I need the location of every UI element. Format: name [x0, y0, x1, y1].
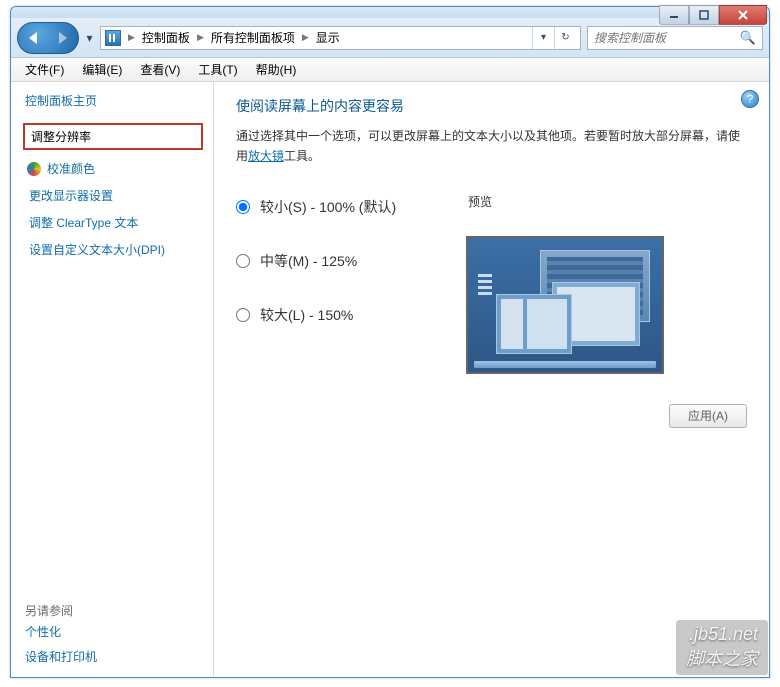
- sidebar-home-link[interactable]: 控制面板主页: [25, 92, 201, 109]
- page-title: 使阅读屏幕上的内容更容易: [236, 96, 747, 116]
- shield-icon: [27, 162, 41, 176]
- help-button[interactable]: ?: [741, 90, 759, 108]
- maximize-icon: [699, 10, 709, 20]
- close-button[interactable]: [719, 5, 767, 25]
- menu-tools[interactable]: 工具(T): [190, 58, 245, 81]
- menu-help[interactable]: 帮助(H): [248, 58, 305, 81]
- sidebar-item-resolution[interactable]: 调整分辨率: [23, 123, 203, 150]
- minimize-icon: [669, 10, 679, 20]
- titlebar: [11, 7, 769, 18]
- address-dropdown[interactable]: ▾: [532, 27, 554, 49]
- breadcrumb-item[interactable]: 所有控制面板项: [211, 29, 295, 46]
- minimize-button[interactable]: [659, 5, 689, 25]
- main-pane: ? 使阅读屏幕上的内容更容易 通过选择其中一个选项，可以更改屏幕上的文本大小以及…: [214, 82, 769, 677]
- option-medium-radio[interactable]: [236, 254, 250, 268]
- preview-column: 预览: [466, 193, 747, 374]
- menu-file[interactable]: 文件(F): [17, 58, 72, 81]
- option-small[interactable]: 较小(S) - 100% (默认): [236, 197, 466, 217]
- watermark: .jb51.net 脚本之家: [676, 620, 768, 675]
- apply-button[interactable]: 应用(A): [669, 404, 747, 428]
- option-medium[interactable]: 中等(M) - 125%: [236, 251, 466, 271]
- preview-window-icon: [496, 294, 572, 354]
- sidebar: 控制面板主页 调整分辨率 校准颜色 更改显示器设置 调整 ClearType 文…: [11, 82, 214, 677]
- forward-button[interactable]: [59, 32, 67, 44]
- menu-bar: 文件(F) 编辑(E) 查看(V) 工具(T) 帮助(H): [11, 58, 769, 82]
- refresh-button[interactable]: ↻: [554, 27, 576, 49]
- refresh-icon: ↻: [561, 32, 569, 43]
- search-box[interactable]: 🔍: [587, 26, 763, 50]
- nav-history-dropdown[interactable]: ▾: [85, 26, 94, 50]
- page-description: 通过选择其中一个选项，可以更改屏幕上的文本大小以及其他项。若要暂时放大部分屏幕，…: [236, 126, 747, 167]
- apply-row: 应用(A): [236, 404, 747, 428]
- nav-row: ▾ ▶ 控制面板 ▶ 所有控制面板项 ▶ 显示 ▾ ↻ 🔍: [11, 18, 769, 58]
- see-also-personalization[interactable]: 个性化: [25, 619, 201, 644]
- sidebar-item-label: 校准颜色: [47, 160, 95, 177]
- search-input[interactable]: [594, 31, 736, 45]
- body: 控制面板主页 调整分辨率 校准颜色 更改显示器设置 调整 ClearType 文…: [11, 82, 769, 677]
- see-also-devices-printers[interactable]: 设备和打印机: [25, 644, 201, 669]
- control-panel-icon: [105, 30, 121, 46]
- preview-taskbar-icon: [474, 361, 656, 368]
- sidebar-item-calibrate[interactable]: 校准颜色: [25, 156, 201, 183]
- breadcrumb-sep: ▶: [125, 32, 138, 43]
- back-button[interactable]: [29, 32, 37, 44]
- option-large-radio[interactable]: [236, 308, 250, 322]
- window: ▾ ▶ 控制面板 ▶ 所有控制面板项 ▶ 显示 ▾ ↻ 🔍 文件(F) 编辑(E…: [10, 6, 770, 678]
- sidebar-item-label: 调整分辨率: [31, 130, 91, 144]
- size-options: 较小(S) - 100% (默认) 中等(M) - 125% 较大(L) - 1…: [236, 193, 466, 374]
- see-also-label: 另请参阅: [25, 602, 201, 619]
- breadcrumb-item[interactable]: 控制面板: [142, 29, 190, 46]
- preview-label: 预览: [466, 193, 747, 210]
- preview-image: [466, 236, 664, 374]
- magnifier-link[interactable]: 放大镜: [248, 149, 284, 163]
- see-also: 另请参阅 个性化 设备和打印机: [25, 588, 201, 669]
- menu-view[interactable]: 查看(V): [132, 58, 188, 81]
- maximize-button[interactable]: [689, 5, 719, 25]
- close-icon: [737, 9, 749, 21]
- nav-back-forward: [17, 22, 79, 54]
- window-controls: [659, 5, 767, 25]
- help-icon: ?: [747, 92, 754, 106]
- sidebar-item-change-display[interactable]: 更改显示器设置: [25, 183, 201, 210]
- options-row: 较小(S) - 100% (默认) 中等(M) - 125% 较大(L) - 1…: [236, 193, 747, 374]
- option-label: 较大(L) - 150%: [260, 305, 353, 325]
- search-icon: 🔍: [740, 30, 756, 46]
- option-small-radio[interactable]: [236, 200, 250, 214]
- menu-edit[interactable]: 编辑(E): [74, 58, 130, 81]
- preview-list-icon: [478, 274, 492, 298]
- option-label: 中等(M) - 125%: [260, 251, 357, 271]
- sidebar-item-cleartype[interactable]: 调整 ClearType 文本: [25, 210, 201, 237]
- breadcrumb-item[interactable]: 显示: [316, 29, 340, 46]
- sidebar-item-custom-dpi[interactable]: 设置自定义文本大小(DPI): [25, 237, 201, 264]
- option-large[interactable]: 较大(L) - 150%: [236, 305, 466, 325]
- address-bar[interactable]: ▶ 控制面板 ▶ 所有控制面板项 ▶ 显示 ▾ ↻: [100, 26, 581, 50]
- option-label: 较小(S) - 100% (默认): [260, 197, 396, 217]
